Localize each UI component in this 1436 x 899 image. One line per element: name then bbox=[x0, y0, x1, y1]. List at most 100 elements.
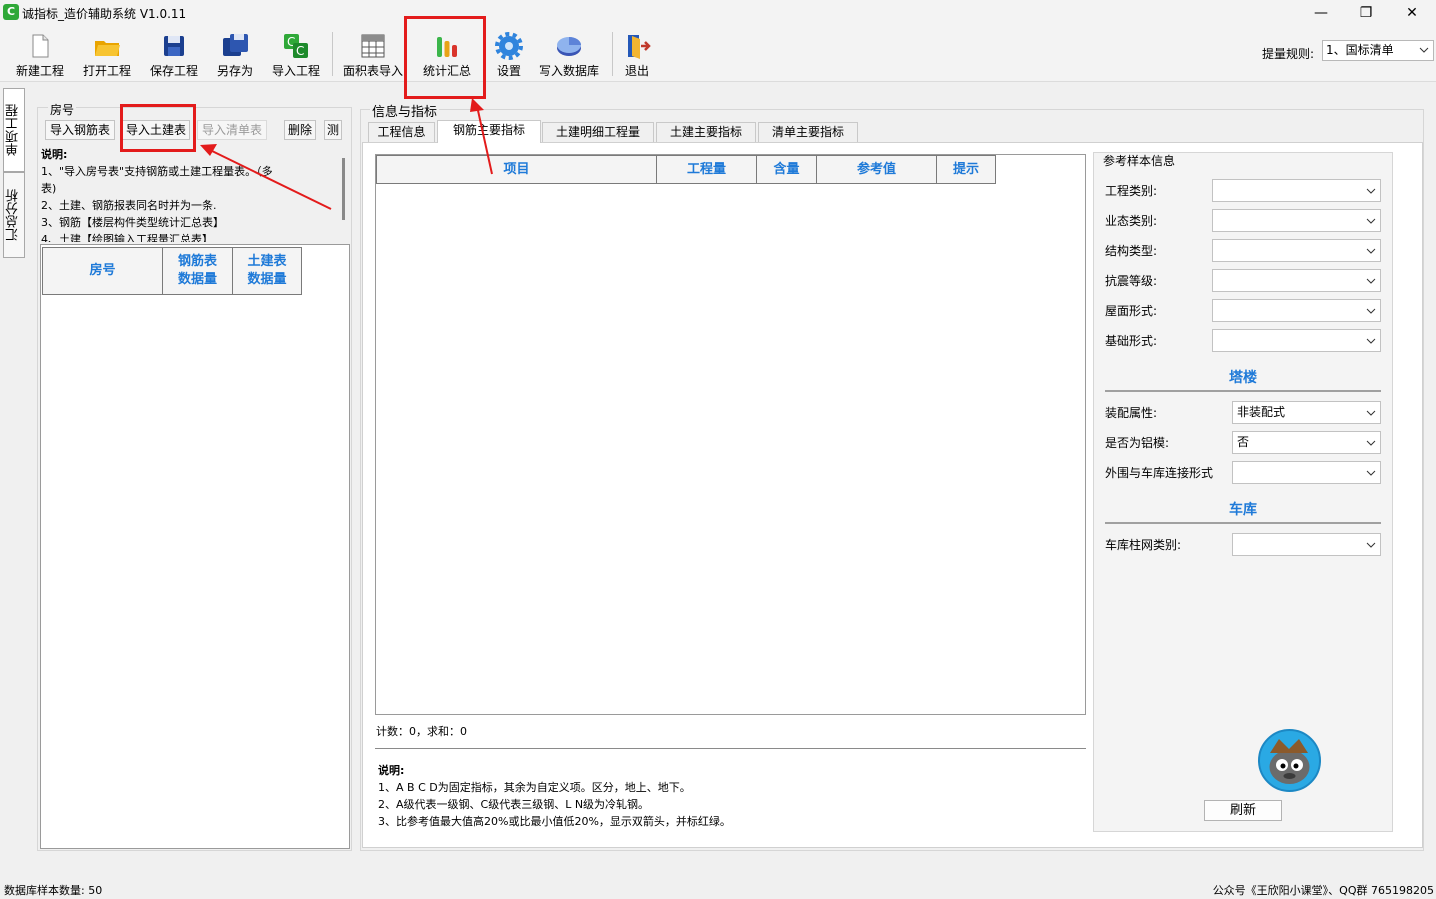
import-bill-table-button[interactable]: 导入清单表 bbox=[197, 120, 267, 140]
tab-civil-indicators[interactable]: 土建主要指标 bbox=[656, 122, 756, 142]
assembly-attribute-label: 装配属性: bbox=[1105, 406, 1158, 420]
roof-form-label: 屋面形式: bbox=[1105, 304, 1158, 318]
structure-type-select[interactable] bbox=[1212, 239, 1381, 262]
tab-summary-analysis[interactable]: 汇总分析 bbox=[3, 172, 25, 258]
garage-connection-select[interactable] bbox=[1232, 461, 1381, 484]
open-folder-icon bbox=[95, 41, 120, 56]
chevron-down-icon bbox=[1366, 248, 1376, 254]
sample-count-text: 数据库样本数量: 50 bbox=[4, 884, 103, 897]
toolbar: 新建工程 打开工程 保存工程 另存为 CC 导入工程 面积表导入 统计汇总 设置… bbox=[0, 26, 1436, 82]
save-project-button[interactable]: 保存工程 bbox=[146, 30, 202, 78]
svg-text:C: C bbox=[296, 44, 304, 58]
tab-project-info[interactable]: 工程信息 bbox=[368, 122, 435, 142]
divider bbox=[1105, 390, 1381, 392]
import-project-icon: CC bbox=[284, 34, 308, 58]
room-number-group-title: 房号 bbox=[48, 101, 77, 118]
foundation-form-select[interactable] bbox=[1212, 329, 1381, 352]
center-note-line: 2、A级代表一级钢、C级代表三级钢、L N级为冷轧钢。 bbox=[378, 798, 650, 811]
open-project-button[interactable]: 打开工程 bbox=[79, 30, 135, 78]
grid-header-quantity[interactable]: 工程量 bbox=[656, 155, 757, 184]
grid-header-hint[interactable]: 提示 bbox=[936, 155, 996, 184]
write-database-button[interactable]: 写入数据库 bbox=[536, 30, 602, 78]
close-button[interactable]: ✕ bbox=[1389, 0, 1435, 26]
extraction-rule-label: 提量规则: bbox=[1262, 47, 1315, 61]
count-sum-text: 计数：0，求和：0 bbox=[376, 725, 467, 738]
garage-grid-type-label: 车库柱网类别: bbox=[1105, 538, 1182, 552]
grid-header-civil-count[interactable]: 土建表 数据量 bbox=[232, 247, 302, 295]
contact-info-text: 公众号《王欣阳小课堂》、QQ群 765198205 bbox=[1212, 884, 1434, 897]
side-tabs: 单项工程 汇总分析 bbox=[3, 88, 25, 258]
chevron-down-icon bbox=[1419, 47, 1429, 53]
window-title: 诚指标_造价辅助系统 V1.0.11 bbox=[22, 7, 187, 21]
aluminum-formwork-select[interactable]: 否 bbox=[1232, 431, 1381, 454]
save-as-button[interactable]: 另存为 bbox=[209, 30, 261, 78]
test-button[interactable]: 测 bbox=[324, 120, 342, 140]
maximize-button[interactable]: ❐ bbox=[1343, 0, 1389, 26]
new-file-icon bbox=[32, 34, 49, 58]
grid-header-reference[interactable]: 参考值 bbox=[816, 155, 937, 184]
import-project-button[interactable]: CC 导入工程 bbox=[268, 30, 324, 78]
left-note-line: 1、"导入房号表"支持钢筋或土建工程量表。（多 bbox=[41, 165, 273, 178]
divider bbox=[1105, 522, 1381, 524]
avatar bbox=[1258, 729, 1321, 792]
tower-section-title: 塔楼 bbox=[1229, 370, 1257, 386]
title-bar: C 诚指标_造价辅助系统 V1.0.11 — ❐ ✕ bbox=[0, 0, 1436, 26]
center-notes-title: 说明: bbox=[378, 764, 405, 777]
grid-header-rebar-count[interactable]: 钢筋表 数据量 bbox=[162, 247, 233, 295]
tab-civil-detail-quantity[interactable]: 土建明细工程量 bbox=[542, 122, 654, 142]
left-note-line: 2、土建、钢筋报表同名时并为一条. bbox=[41, 199, 217, 212]
table-grid-icon bbox=[361, 34, 385, 58]
chevron-down-icon bbox=[1366, 410, 1376, 416]
grid-header-room[interactable]: 房号 bbox=[42, 247, 163, 295]
app-icon: C bbox=[3, 4, 19, 20]
select-value: 否 bbox=[1237, 435, 1250, 449]
highlight-box-statistics bbox=[404, 16, 486, 99]
import-rebar-table-button[interactable]: 导入钢筋表 bbox=[45, 120, 115, 140]
left-note-line: 4、土建【绘图输入工程量汇总表】 bbox=[41, 233, 213, 242]
left-notes-scrollbar[interactable] bbox=[340, 146, 348, 242]
chevron-down-icon bbox=[1366, 308, 1376, 314]
tab-bill-indicators[interactable]: 清单主要指标 bbox=[758, 122, 858, 142]
project-category-select[interactable] bbox=[1212, 179, 1381, 202]
business-type-label: 业态类别: bbox=[1105, 214, 1158, 228]
toolbar-separator bbox=[332, 32, 333, 76]
settings-button[interactable]: 设置 bbox=[490, 30, 528, 78]
left-note-line: 表) bbox=[41, 182, 57, 195]
area-table-import-button[interactable]: 面积表导入 bbox=[342, 30, 404, 78]
save-as-icon bbox=[223, 34, 248, 56]
chevron-down-icon bbox=[1366, 338, 1376, 344]
select-value: 非装配式 bbox=[1237, 405, 1286, 419]
chevron-down-icon bbox=[1366, 278, 1376, 284]
new-project-button[interactable]: 新建工程 bbox=[12, 30, 68, 78]
room-number-grid[interactable]: 房号 钢筋表 数据量 土建表 数据量 bbox=[40, 244, 350, 849]
left-note-line: 3、钢筋【楼层构件类型统计汇总表】 bbox=[41, 216, 224, 229]
roof-form-select[interactable] bbox=[1212, 299, 1381, 322]
info-indicator-group-title: 信息与指标 bbox=[370, 101, 440, 120]
minimize-button[interactable]: — bbox=[1298, 0, 1344, 26]
garage-connection-label: 外围与车库连接形式 bbox=[1105, 466, 1214, 480]
indicator-grid[interactable]: 项目 工程量 含量 参考值 提示 bbox=[375, 154, 1086, 715]
grid-header-item[interactable]: 项目 bbox=[376, 155, 657, 184]
grid-header-content[interactable]: 含量 bbox=[756, 155, 817, 184]
chevron-down-icon bbox=[1366, 218, 1376, 224]
seismic-grade-label: 抗震等级: bbox=[1105, 274, 1158, 288]
save-disk-icon bbox=[164, 36, 184, 56]
chevron-down-icon bbox=[1366, 470, 1376, 476]
seismic-grade-select[interactable] bbox=[1212, 269, 1381, 292]
exit-door-icon bbox=[628, 35, 651, 59]
left-notes: 说明: 1、"导入房号表"支持钢筋或土建工程量表。（多 表) 2、土建、钢筋报表… bbox=[41, 146, 341, 242]
status-bar: 数据库样本数量: 50 公众号《王欣阳小课堂》、QQ群 765198205 bbox=[0, 878, 1436, 899]
refresh-button[interactable]: 刷新 bbox=[1204, 800, 1282, 821]
delete-button[interactable]: 删除 bbox=[284, 120, 316, 140]
tab-rebar-indicators[interactable]: 钢筋主要指标 bbox=[437, 120, 541, 143]
garage-grid-type-select[interactable] bbox=[1232, 533, 1381, 556]
exit-button[interactable]: 退出 bbox=[620, 30, 654, 78]
chevron-down-icon bbox=[1366, 542, 1376, 548]
extraction-rule-select[interactable]: 1、国标清单 bbox=[1322, 40, 1434, 61]
center-note-line: 1、A B C D为固定指标，其余为自定义项。区分，地上、地下。 bbox=[378, 781, 691, 794]
center-note-line: 3、比参考值最大值高20%或比最小值低20%，显示双箭头，并标红绿。 bbox=[378, 815, 731, 828]
tab-single-project[interactable]: 单项工程 bbox=[3, 88, 25, 172]
divider bbox=[375, 748, 1086, 749]
assembly-attribute-select[interactable]: 非装配式 bbox=[1232, 401, 1381, 424]
business-type-select[interactable] bbox=[1212, 209, 1381, 232]
